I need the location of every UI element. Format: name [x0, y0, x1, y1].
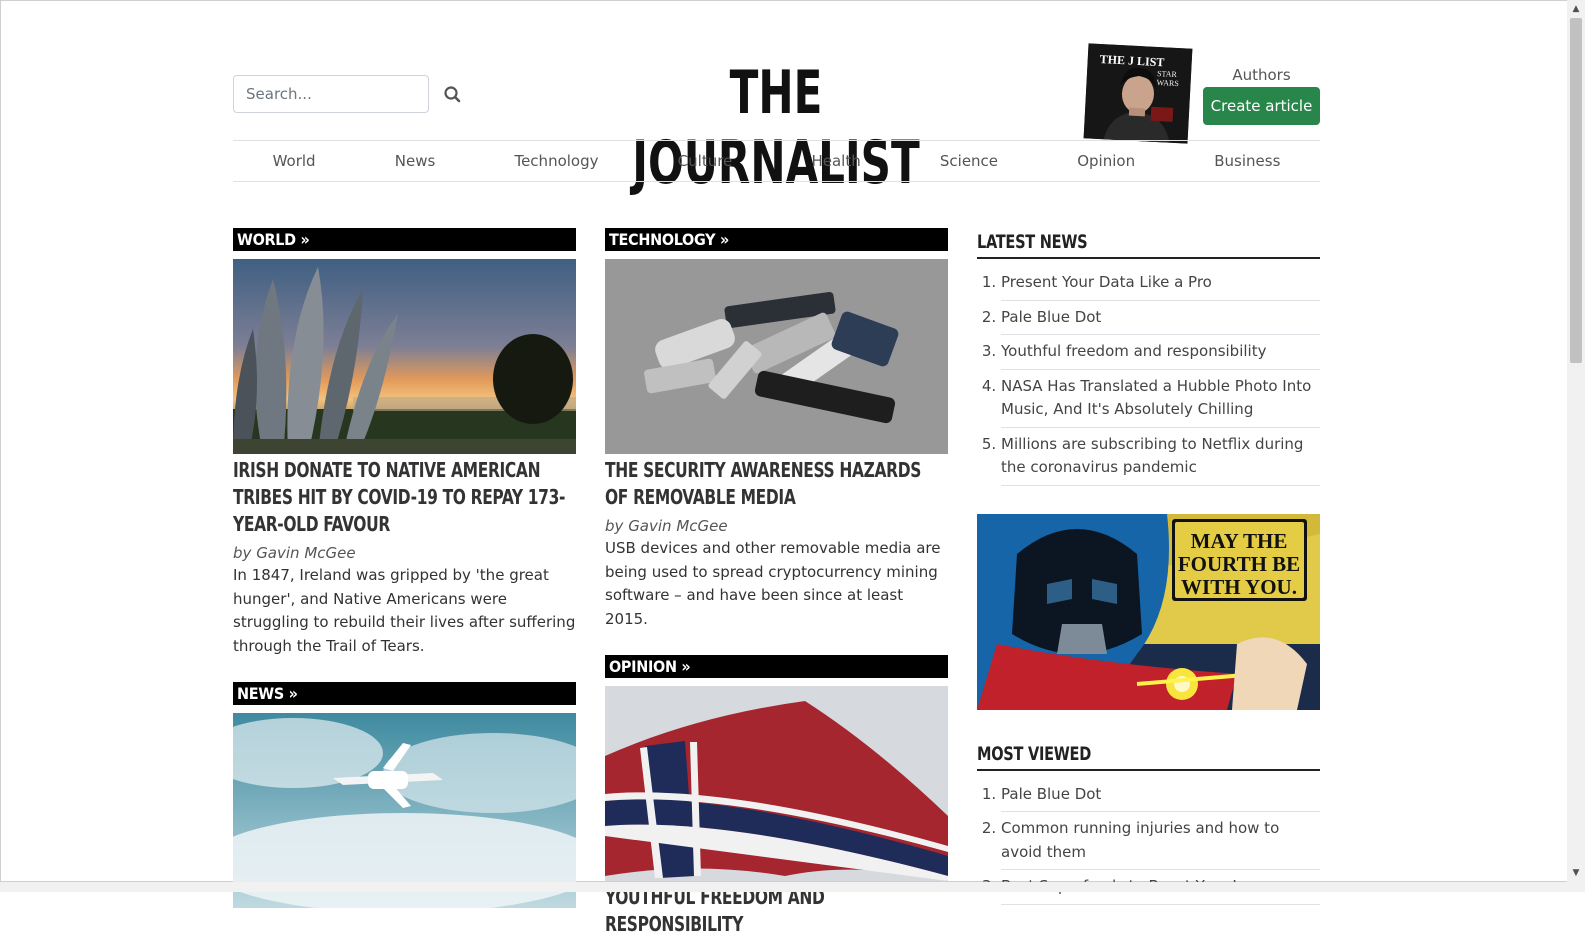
list-item: 1. Present Your Data Like a Pro	[977, 271, 1320, 301]
technology-article-byline: by Gavin McGee	[605, 517, 948, 535]
magazine-cover-image[interactable]: THE J LIST STAR WARS	[1083, 43, 1193, 144]
list-item-link[interactable]: Common running injuries and how to avoid…	[1001, 812, 1320, 870]
nav-item-news[interactable]: News	[395, 152, 436, 170]
latest-news-heading: LATEST NEWS	[977, 228, 1320, 259]
list-item: 1. Pale Blue Dot	[977, 783, 1320, 812]
list-item: 2. Pale Blue Dot	[977, 301, 1320, 335]
opinion-article-image[interactable]	[605, 686, 948, 881]
create-article-button[interactable]: Create article	[1203, 87, 1320, 125]
horizontal-scrollbar[interactable]	[0, 882, 1567, 892]
latest-news-list: 1. Present Your Data Like a Pro 2. Pale Bl…	[977, 271, 1320, 486]
nav-item-culture[interactable]: Culture	[678, 152, 733, 170]
magazine-cover-subtitle: STAR WARS	[1156, 68, 1180, 89]
promo-text-line-1: MAY THE	[1191, 529, 1288, 553]
list-item-link[interactable]: Present Your Data Like a Pro	[1001, 271, 1320, 301]
technology-section: TECHNOLOGY » THE SECURITY AWARENESS HAZA…	[605, 228, 948, 631]
world-section: WORLD » IRISH DONATE TO NATIVE AMERICAN …	[233, 228, 576, 658]
news-article-image[interactable]	[233, 713, 576, 908]
list-item-link[interactable]: NASA Has Translated a Hubble Photo Into …	[1001, 370, 1320, 428]
scrollbar-thumb[interactable]	[1570, 18, 1582, 363]
vertical-scrollbar[interactable]: ▲ ▼	[1567, 0, 1585, 892]
opinion-section-link[interactable]: OPINION »	[605, 655, 948, 678]
byline-prefix: by	[605, 517, 624, 535]
author-link[interactable]: Gavin McGee	[256, 544, 355, 562]
world-article-byline: by Gavin McGee	[233, 544, 576, 562]
left-column: WORLD » IRISH DONATE TO NATIVE AMERICAN …	[233, 228, 576, 908]
nav-item-world[interactable]: World	[273, 152, 316, 170]
world-article-image[interactable]	[233, 259, 576, 454]
promo-text-line-3: WITH YOU.	[1181, 575, 1297, 599]
scroll-up-arrow-icon[interactable]: ▲	[1567, 0, 1585, 18]
list-item-link[interactable]: Pale Blue Dot	[1001, 783, 1320, 812]
list-item: 3. Youthful freedom and responsibility	[977, 335, 1320, 370]
technology-section-link[interactable]: TECHNOLOGY »	[605, 228, 948, 251]
search-icon	[444, 86, 461, 103]
search-button[interactable]	[440, 82, 466, 108]
list-item: 2. Common running injuries and how to avo…	[977, 812, 1320, 870]
list-item-link[interactable]: Pale Blue Dot	[1001, 301, 1320, 335]
list-item-number: 4.	[981, 376, 997, 395]
search-input[interactable]	[233, 75, 429, 113]
technology-article-summary: USB devices and other removable media ar…	[605, 539, 941, 628]
promo-text-line-2: FOURTH BE	[1178, 552, 1300, 576]
list-item-number: 2.	[981, 819, 997, 837]
list-item-link[interactable]: Youthful freedom and responsibility	[1001, 335, 1320, 370]
news-section-link[interactable]: NEWS »	[233, 682, 576, 705]
promo-banner-image[interactable]: MAY THE FOURTH BE WITH YOU.	[977, 513, 1320, 710]
most-viewed-heading: MOST VIEWED	[977, 740, 1320, 771]
world-article-headline[interactable]: IRISH DONATE TO NATIVE AMERICAN TRIBES H…	[233, 457, 575, 538]
opinion-article-headline[interactable]: YOUTHFUL FREEDOM AND RESPONSIBILITY	[605, 884, 947, 938]
list-item-number: 2.	[981, 307, 997, 326]
technology-article-headline[interactable]: THE SECURITY AWARENESS HAZARDS OF REMOVA…	[605, 457, 947, 511]
most-viewed-section: MOST VIEWED 1. Pale Blue Dot 2. Common run…	[977, 740, 1320, 905]
news-section: NEWS »	[233, 682, 576, 908]
list-item-number: 1.	[981, 273, 997, 291]
nav-item-health[interactable]: Health	[811, 152, 860, 170]
author-link[interactable]: Gavin McGee	[628, 517, 727, 535]
list-item-number: 1.	[981, 784, 997, 803]
nav-item-opinion[interactable]: Opinion	[1077, 152, 1135, 170]
byline-prefix: by	[233, 544, 252, 562]
nav-item-science[interactable]: Science	[940, 152, 998, 170]
technology-article-image[interactable]	[605, 259, 948, 454]
latest-news-heading-text: LATEST NEWS	[977, 231, 1088, 253]
authors-link[interactable]: Authors	[1203, 66, 1320, 84]
scroll-down-arrow-icon[interactable]: ▼	[1567, 864, 1585, 882]
category-nav: World News Technology Culture Health Sci…	[233, 140, 1320, 182]
middle-column: TECHNOLOGY » THE SECURITY AWARENESS HAZA…	[605, 228, 948, 938]
nav-item-business[interactable]: Business	[1214, 152, 1280, 170]
list-item-number: 3.	[981, 342, 997, 360]
list-item-number: 5.	[981, 434, 997, 453]
list-item: 4. NASA Has Translated a Hubble Photo Int…	[977, 370, 1320, 428]
list-item: 5. Millions are subscribing to Netflix du…	[977, 428, 1320, 486]
opinion-section: OPINION » YOUTHFUL FREEDOM AND RESPONSIB…	[605, 655, 948, 938]
world-article-summary: In 1847, Ireland was gripped by 'the gre…	[233, 566, 576, 655]
list-item-link[interactable]: Millions are subscribing to Netflix duri…	[1001, 428, 1320, 486]
nav-item-technology[interactable]: Technology	[514, 152, 598, 170]
world-section-link[interactable]: WORLD »	[233, 228, 576, 251]
sidebar: LATEST NEWS 1. Present Your Data Like a P…	[977, 228, 1320, 905]
most-viewed-heading-text: MOST VIEWED	[977, 742, 1092, 765]
